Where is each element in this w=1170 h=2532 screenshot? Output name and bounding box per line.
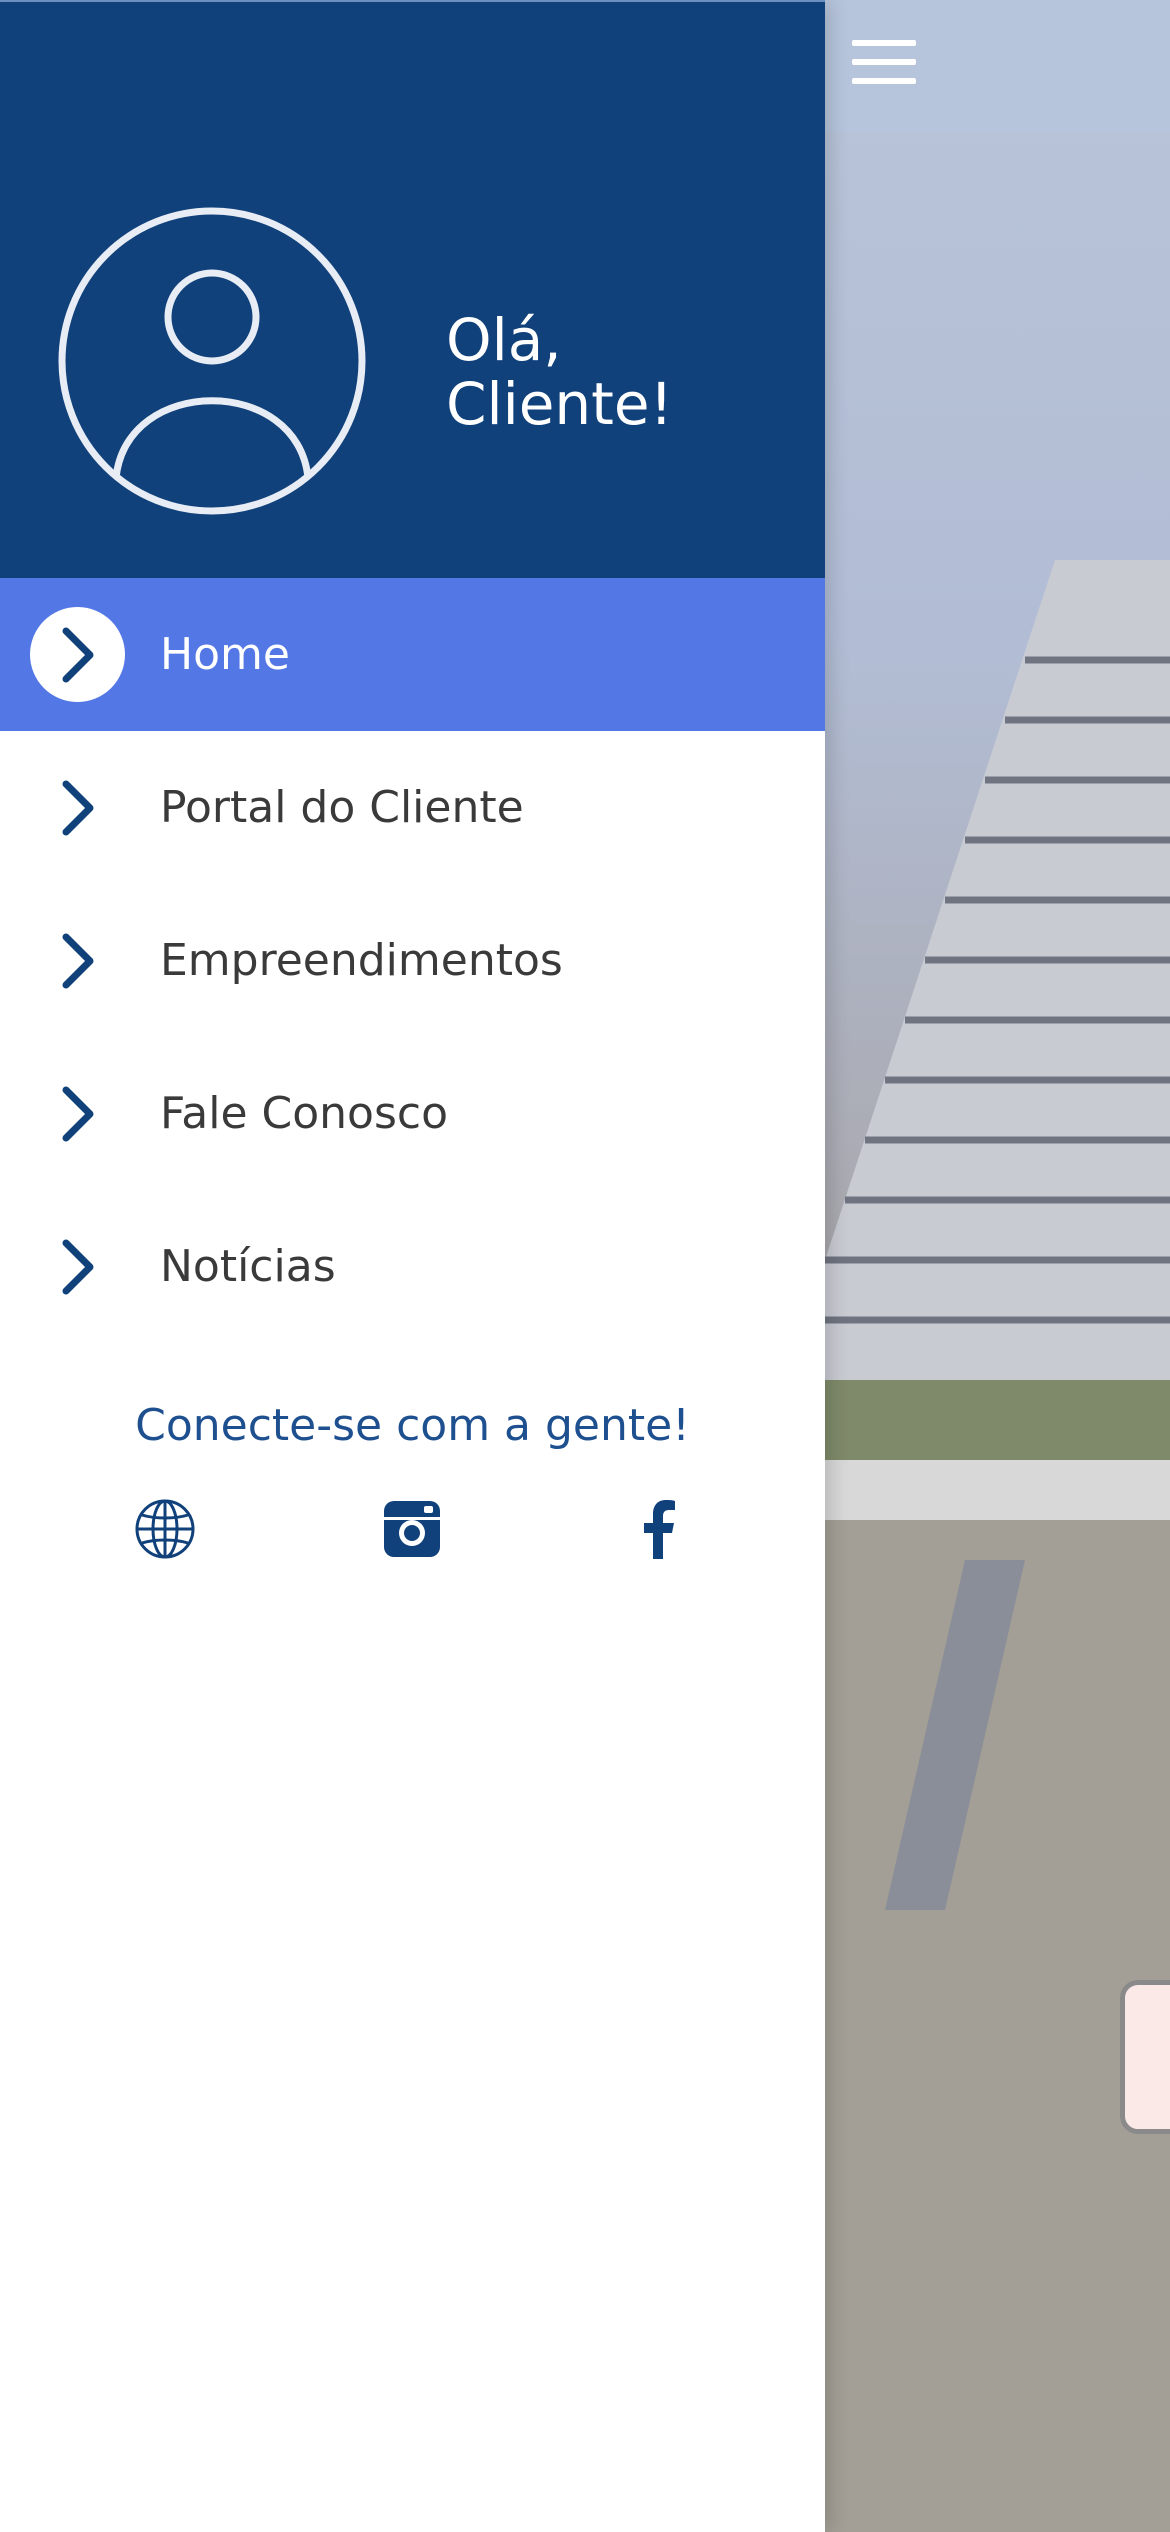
chevron-right-icon (30, 607, 125, 702)
nav-item-portal-do-cliente[interactable]: Portal do Cliente (0, 731, 825, 884)
nav-item-label: Portal do Cliente (160, 782, 524, 833)
greeting-line: Olá, Cliente! (446, 306, 673, 438)
instagram-icon[interactable] (380, 1497, 444, 1561)
nav-item-noticias[interactable]: Notícias (0, 1190, 825, 1343)
nav-item-label: Fale Conosco (160, 1088, 448, 1139)
nav-item-label: Notícias (160, 1241, 336, 1292)
nav-item-label: Home (160, 629, 290, 680)
chevron-right-icon (30, 760, 125, 855)
chevron-right-icon (30, 1219, 125, 1314)
nav-item-fale-conosco[interactable]: Fale Conosco (0, 1037, 825, 1190)
nav-item-home[interactable]: Home (0, 578, 825, 731)
chevron-right-icon (30, 913, 125, 1008)
greeting-text: Olá, Cliente! (446, 308, 673, 436)
user-avatar-icon (58, 207, 366, 515)
chevron-right-icon (30, 1066, 125, 1161)
card-edge (1120, 1980, 1170, 2134)
facebook-icon[interactable] (627, 1497, 691, 1561)
nav-item-label: Empreendimentos (160, 935, 563, 986)
drawer-header: Olá, Cliente! (0, 0, 825, 580)
social-section-title: Conecte-se com a gente! (135, 1400, 690, 1451)
hamburger-menu-icon[interactable] (852, 40, 916, 92)
nav-item-empreendimentos[interactable]: Empreendimentos (0, 884, 825, 1037)
navigation-drawer: Olá, Cliente! Home Portal do Cliente Emp… (0, 0, 825, 2532)
building-image (825, 560, 1170, 2532)
nav-list: Home Portal do Cliente Empreendimentos F… (0, 578, 825, 1343)
social-links (0, 1497, 825, 1567)
globe-icon[interactable] (133, 1497, 197, 1561)
